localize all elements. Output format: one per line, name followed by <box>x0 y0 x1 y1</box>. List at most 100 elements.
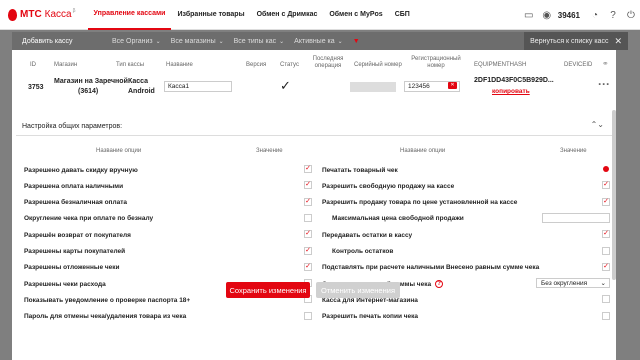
option-label: Разрешена оплата наличными <box>24 182 124 190</box>
row-shop-num: (3614) <box>78 88 99 95</box>
option-label: Разрешить продажу товара по цене установ… <box>322 199 518 207</box>
status-check-icon: ✓ <box>280 78 291 93</box>
col-shop: Магазин <box>54 62 78 68</box>
row-hash: 2DF1DD43F0C5B929D... <box>474 77 554 84</box>
top-right-tools: ▭ ◉ 39461 ◔ ? ⏻ <box>520 0 640 30</box>
option-checkbox[interactable]: ✓ <box>602 230 610 239</box>
option-row: Максимальная цена свободной продажи <box>332 214 464 224</box>
option-checkbox[interactable]: ✓ <box>304 181 312 190</box>
option-row: Показывать уведомление о проверке паспор… <box>24 295 190 305</box>
return-to-list-button[interactable]: Вернуться к списку касс ✕ <box>524 32 628 50</box>
nav-item-favorites[interactable]: Избранные товары <box>171 0 250 30</box>
option-label: Подставлять при расчете наличными Внесен… <box>322 264 540 272</box>
option-label: Передавать остатки в кассу <box>322 231 413 239</box>
rounding-select-value: Без округления <box>541 280 588 288</box>
filter-types-label: Все типы кас <box>233 37 277 45</box>
col-id: ID <box>30 62 36 68</box>
left-col-value-head: Значение <box>256 148 283 154</box>
option-label: Контроль остатков <box>332 248 394 255</box>
general-params-section[interactable]: Настройка общих параметров: ⌃⌄ <box>16 118 612 136</box>
option-checkbox[interactable]: ✓ <box>602 181 610 190</box>
option-checkbox[interactable]: ✓ <box>602 197 610 206</box>
nav-item-cash-management[interactable]: Управление кассами <box>87 0 172 30</box>
row-id: 3753 <box>28 84 44 91</box>
filter-orgs[interactable]: Все Организ ⌄ <box>112 38 161 45</box>
nav-item-dreamkas[interactable]: Обмен с Дримкас <box>251 0 324 30</box>
nav-item-mypos[interactable]: Обмен с MyPos <box>323 0 388 30</box>
filter-active[interactable]: Активные ка ⌄ <box>294 38 343 45</box>
option-row: Подставлять при расчете наличными Внесен… <box>322 263 539 273</box>
nav-item-sbp[interactable]: СБП <box>389 0 416 30</box>
left-col-name-head: Название опции <box>96 148 142 154</box>
cancel-button[interactable]: Отменить изменения <box>316 282 400 298</box>
col-reg: Регистрационный номер <box>411 56 461 69</box>
option-label: Разрешена безналичная оплата <box>24 199 128 207</box>
scrollbar[interactable] <box>612 110 616 280</box>
option-checkbox[interactable] <box>602 165 610 173</box>
brand-name: МТС <box>20 9 42 20</box>
option-checkbox[interactable] <box>304 311 312 320</box>
option-row: Разрешён возврат от покупателя <box>24 230 131 240</box>
brand-sub: Касса <box>44 9 72 20</box>
clear-icon[interactable]: ✕ <box>448 82 457 89</box>
table-row: 3753 Магазин на Заречной (3614) Касса An… <box>12 77 616 120</box>
row-cash-type: Касса <box>128 78 149 85</box>
option-checkbox[interactable]: ✓ <box>602 262 610 271</box>
logo[interactable]: МТС Касса β <box>8 0 76 30</box>
option-row: Округление чека при оплате по безналу <box>24 214 153 224</box>
filter-shops-label: Все магазины <box>170 37 216 45</box>
cash-settings-panel: ID Магазин Тип кассы Название Версия Ста… <box>12 50 616 360</box>
col-status: Статус <box>280 62 299 68</box>
rounding-select[interactable]: Без округления ⌄ <box>536 278 610 289</box>
link-icon[interactable]: ⚭ <box>602 60 609 68</box>
option-checkbox[interactable] <box>304 213 312 222</box>
option-checkbox[interactable]: ✓ <box>304 230 312 239</box>
user-icon[interactable]: ◉ <box>540 8 554 22</box>
option-checkbox[interactable] <box>602 295 610 304</box>
option-checkbox[interactable]: ✓ <box>304 262 312 271</box>
more-icon[interactable]: ··· <box>598 77 610 91</box>
filter-orgs-label: Все Организ <box>112 37 153 45</box>
option-row: Разрешена оплата наличными <box>24 181 123 191</box>
col-device: DEVICEID <box>564 62 593 68</box>
copy-link[interactable]: копировать <box>492 88 530 95</box>
save-button[interactable]: Сохранить изменения <box>226 282 310 298</box>
mts-egg-icon <box>8 8 17 21</box>
help-icon[interactable]: ? <box>606 8 620 22</box>
option-label: Максимальная цена свободной продажи <box>332 215 464 223</box>
option-row: Пароль для отмены чека/удаления товара и… <box>24 312 186 322</box>
main-nav: Управление кассами Избранные товары Обме… <box>87 0 416 30</box>
serial-input[interactable] <box>350 82 396 92</box>
option-checkbox[interactable]: ✓ <box>304 246 312 255</box>
section-title: Настройка общих параметров: <box>22 123 123 130</box>
filter-icon[interactable]: ▼ <box>353 38 360 45</box>
add-cash-button[interactable]: Добавить кассу <box>22 38 102 45</box>
cash-name-input[interactable]: Касса1 <box>164 81 232 92</box>
help-icon[interactable]: ? <box>435 280 444 289</box>
brand-sup: β <box>72 7 76 14</box>
col-serial: Серийный номер <box>354 62 402 68</box>
option-row: Разрешены отложенные чеки <box>24 263 120 273</box>
return-label: Вернуться к списку касс <box>530 37 609 45</box>
close-icon[interactable]: ✕ <box>614 36 622 47</box>
option-row: Разрешить печать копии чека <box>322 312 418 322</box>
logout-icon[interactable]: ⏻ <box>624 8 638 22</box>
col-cash-type: Тип кассы <box>116 62 145 68</box>
option-row: Разрешить продажу товара по цене установ… <box>322 198 517 208</box>
filter-types[interactable]: Все типы кас ⌄ <box>234 38 285 45</box>
option-checkbox[interactable] <box>602 246 610 255</box>
option-row: Разрешено давать скидку вручную <box>24 165 138 175</box>
filter-shops[interactable]: Все магазины ⌄ <box>171 38 224 45</box>
option-label: Разрешить свободную продажу на кассе <box>322 182 455 190</box>
max-price-input[interactable] <box>542 212 610 223</box>
col-name: Название <box>166 62 193 68</box>
chevron-up-icon[interactable]: ⌃⌄ <box>591 120 604 129</box>
inbox-icon[interactable]: ▭ <box>522 8 536 22</box>
option-checkbox[interactable]: ✓ <box>304 165 312 173</box>
option-label: Округление чека при оплате по безналу <box>24 215 154 223</box>
option-checkbox[interactable] <box>602 311 610 320</box>
right-col-name-head: Название опции <box>400 148 446 154</box>
bell-icon[interactable]: ◔ <box>588 8 602 22</box>
col-last-op: Последняя операция <box>312 56 344 69</box>
option-checkbox[interactable]: ✓ <box>304 197 312 206</box>
